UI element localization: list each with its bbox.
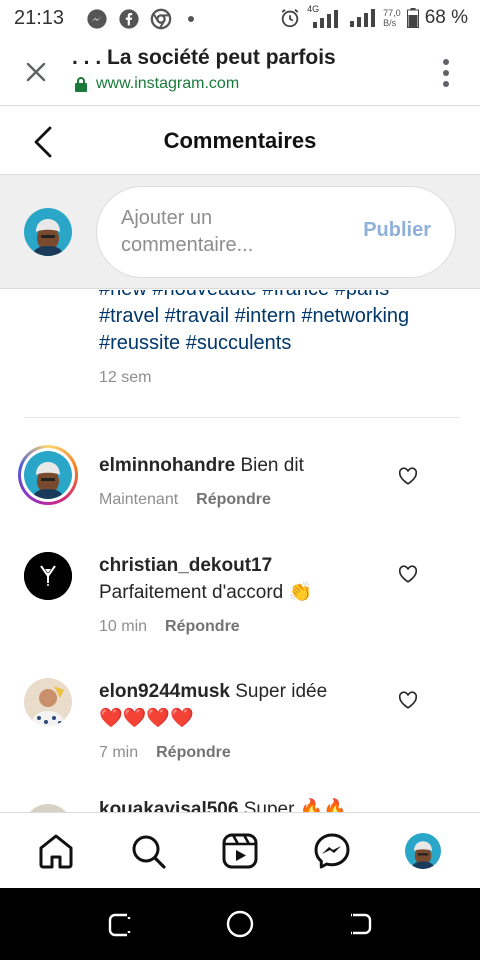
notification-icons — [86, 8, 194, 30]
comment-body: Bien dit — [240, 455, 304, 476]
custom-tab-toolbar: . . . La société peut parfois www.instag… — [0, 38, 480, 106]
caption-hashtags: #new #nouveauté #france #paris #travel #… — [99, 290, 459, 357]
system-nav-bar — [0, 888, 480, 960]
reply-button[interactable]: Répondre — [196, 491, 271, 509]
story-ring[interactable] — [18, 445, 78, 505]
avatar — [24, 208, 72, 256]
reels-icon[interactable] — [220, 831, 260, 871]
comment-text: elon9244musk Super idée ❤️❤️❤️❤️ — [99, 678, 389, 732]
messenger-notification-icon — [87, 9, 107, 29]
comment-input[interactable]: Ajouter un commentaire... Publier — [96, 186, 456, 278]
comment-composer: Ajouter un commentaire... Publier — [0, 175, 480, 289]
avatar-photo — [24, 208, 72, 256]
page-title: . . . La société peut parfois — [72, 46, 336, 69]
battery-percent: 68 % — [424, 7, 468, 28]
status-bar: 21:13 4G 77,0 B/s 68 % — [0, 0, 480, 38]
comment-username[interactable]: christian_dekout17 — [99, 552, 389, 579]
hashtag-line[interactable]: #new #nouveauté #france #paris — [99, 290, 459, 303]
more-vertical-icon[interactable] — [442, 58, 450, 88]
alarm-icon — [281, 9, 299, 28]
lock-icon — [75, 77, 87, 92]
comment-meta: 7 min Répondre — [99, 744, 231, 762]
avatar[interactable] — [24, 552, 72, 600]
header-title: Commentaires — [163, 128, 317, 153]
url-bar[interactable]: www.instagram.com — [74, 75, 239, 93]
avatar-photo — [24, 678, 72, 726]
profile-avatar[interactable] — [405, 833, 441, 869]
recent-apps-icon[interactable] — [105, 909, 135, 939]
screen: 21:13 4G 77,0 B/s 68 % . . . La société … — [0, 0, 480, 960]
network-type-label: 4G — [307, 4, 343, 28]
more-notifications-dot — [188, 16, 194, 22]
chrome-notification-icon — [150, 8, 172, 30]
reply-button[interactable]: Répondre — [156, 744, 231, 762]
avatar — [24, 451, 72, 499]
comment-username[interactable]: elon9244musk — [99, 681, 230, 702]
divider — [24, 417, 460, 418]
heart-icon[interactable] — [398, 565, 418, 583]
signal-icon — [313, 10, 339, 28]
facebook-notification-icon — [119, 9, 139, 29]
comment-body-line2: ❤️❤️❤️❤️ — [99, 708, 194, 729]
reply-button[interactable]: Répondre — [165, 618, 240, 636]
back-button-icon[interactable] — [345, 909, 375, 939]
hashtag-line[interactable]: #reussite #succulents — [99, 330, 459, 357]
avatar-photo — [24, 552, 72, 600]
avatar-photo — [24, 451, 72, 499]
home-button-icon[interactable] — [225, 909, 255, 939]
comment-text: christian_dekout17 Parfaitement d'accord… — [99, 552, 389, 606]
status-time: 21:13 — [14, 7, 65, 29]
comment-body: Super idée — [235, 681, 328, 702]
comments-list: #new #nouveauté #france #paris #travel #… — [0, 290, 480, 812]
comment-placeholder: Ajouter un commentaire... — [121, 207, 254, 256]
url-text: www.instagram.com — [96, 75, 240, 92]
comment-time: Maintenant — [99, 491, 179, 508]
messenger-icon[interactable] — [312, 831, 352, 871]
publish-button[interactable]: Publier — [363, 219, 431, 242]
search-icon[interactable] — [128, 831, 168, 871]
comment-text: kouakavisal506 Super 🔥🔥 — [99, 796, 389, 812]
status-right: 4G 77,0 B/s 68 % — [279, 4, 468, 29]
bottom-nav — [0, 812, 480, 888]
home-icon[interactable] — [36, 831, 76, 871]
comment-body: Super 🔥🔥 — [243, 799, 348, 812]
caption-time: 12 sem — [99, 369, 152, 386]
heart-icon[interactable] — [398, 467, 418, 485]
comment-username[interactable]: kouakavisal506 — [99, 799, 238, 812]
comment-body: Parfaitement d'accord 👏 — [99, 582, 313, 603]
signal-icon-2 — [350, 9, 376, 27]
comment-username[interactable]: elminnohandre — [99, 455, 235, 476]
comment-time: 10 min — [99, 618, 148, 635]
avatar[interactable] — [24, 804, 72, 812]
comment-text: elminnohandre Bien dit — [99, 452, 389, 479]
comments-header: Commentaires — [0, 107, 480, 175]
hashtag-line[interactable]: #travel #travail #intern #networking — [99, 303, 459, 330]
avatar[interactable] — [24, 678, 72, 726]
avatar-photo — [24, 804, 72, 812]
close-icon[interactable] — [22, 58, 50, 86]
comment-time: 7 min — [99, 744, 139, 761]
comment-meta: Maintenant Répondre — [99, 491, 271, 509]
avatar-photo — [405, 833, 441, 869]
battery-icon — [406, 8, 419, 28]
net-speed: 77,0 B/s — [383, 8, 401, 28]
comment-meta: 10 min Répondre — [99, 618, 240, 636]
heart-icon[interactable] — [398, 691, 418, 709]
